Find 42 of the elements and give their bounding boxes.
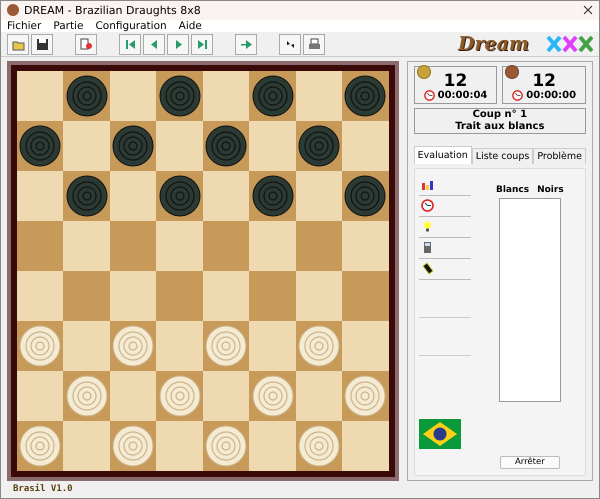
column-header: Blancs [496, 184, 530, 195]
folder-button[interactable] [7, 34, 29, 55]
version-label: Brasil V1.0 [13, 484, 73, 494]
clock-icon [424, 90, 435, 101]
player-time: 00:00:04 [438, 90, 488, 101]
diamonds-button[interactable] [279, 34, 301, 55]
skip-forward-button[interactable] [191, 34, 213, 55]
piece-count: 12 [444, 72, 468, 90]
menu-item[interactable]: Aide [178, 20, 202, 32]
menu-item[interactable]: Partie [53, 20, 84, 32]
printer-button[interactable] [303, 34, 325, 55]
player-time: 00:00:00 [526, 90, 576, 101]
clock-icon[interactable] [420, 199, 434, 212]
close-icon[interactable] [583, 5, 593, 16]
triangle-left-button[interactable] [143, 34, 165, 55]
skip-forward-icon [196, 38, 208, 51]
app-icon [7, 4, 19, 16]
menu-item[interactable]: Fichier [7, 20, 42, 32]
brazil-flag-icon [418, 418, 461, 449]
tab[interactable]: Problème [533, 148, 586, 164]
document-icon [80, 38, 92, 51]
skip-back-icon [124, 38, 136, 51]
turn-text: Trait aux blancs [455, 120, 544, 133]
floppy-disk-button[interactable] [31, 34, 53, 55]
stop-button[interactable]: Arrêter [500, 456, 560, 469]
printer-icon [308, 38, 320, 51]
document-button[interactable] [75, 34, 97, 55]
tab[interactable]: Liste coups [472, 148, 534, 164]
triangle-right-button[interactable] [167, 34, 189, 55]
move-number: Coup n° 1 [472, 108, 528, 121]
skip-back-button[interactable] [119, 34, 141, 55]
bar-chart-icon[interactable] [420, 178, 434, 192]
arrow-right-icon [240, 38, 252, 51]
arrow-right-button[interactable] [235, 34, 257, 55]
clock-icon [512, 90, 524, 101]
menu-item[interactable]: Configuration [95, 20, 167, 32]
logo-text: Dream [458, 33, 529, 56]
tab[interactable]: Evaluation [414, 146, 472, 164]
chip-icon[interactable] [420, 262, 434, 276]
column-header: Noirs [537, 184, 564, 195]
piece-count: 12 [532, 72, 556, 90]
window-title: DREAM - Brazilian Draughts 8x8 [24, 4, 201, 17]
